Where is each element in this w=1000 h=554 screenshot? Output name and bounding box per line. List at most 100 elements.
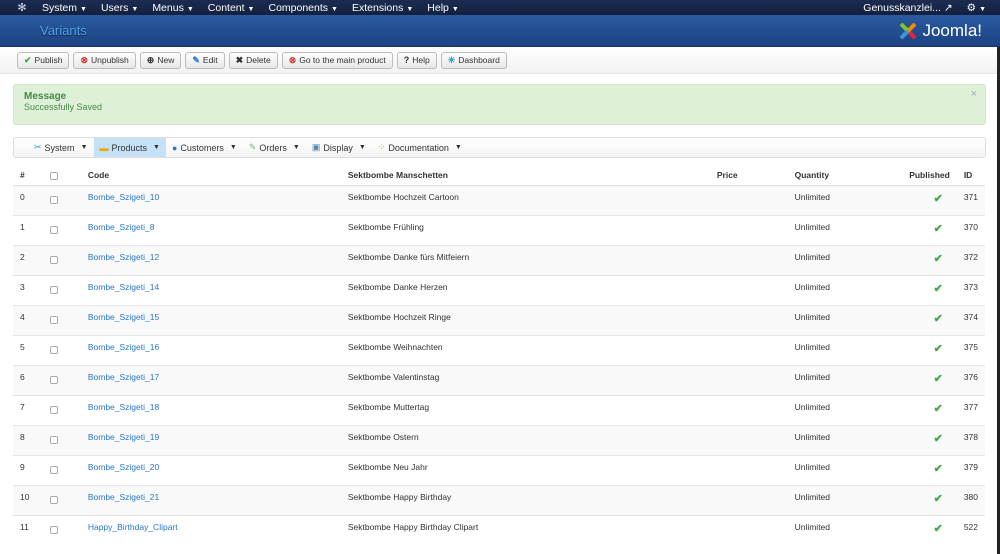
published-check-icon[interactable]: ✔ xyxy=(934,223,943,235)
row-checkbox[interactable] xyxy=(49,225,58,234)
table-row: 1 Bombe_Szigeti_8 Sektbombe Frühling Unl… xyxy=(13,214,985,245)
nav-label: Products xyxy=(111,142,148,153)
nav-documentation[interactable]: ⁘ Documentation ▼ xyxy=(372,138,468,157)
col-number: # xyxy=(13,165,43,186)
row-checkbox[interactable] xyxy=(49,315,58,324)
row-code: Happy_Birthday_Clipart xyxy=(80,514,341,545)
published-check-icon[interactable]: ✔ xyxy=(934,523,943,535)
joomla-brand-text: Joomla! xyxy=(922,20,982,40)
published-check-icon[interactable]: ✔ xyxy=(934,313,943,325)
col-code[interactable]: Code xyxy=(80,165,341,186)
publish-button[interactable]: ✔ Publish xyxy=(17,51,70,69)
menu-system[interactable]: System ▼ xyxy=(42,2,87,14)
menu-users[interactable]: Users ▼ xyxy=(101,2,138,14)
row-price xyxy=(709,274,788,305)
table-row: 2 Bombe_Szigeti_12 Sektbombe Danke fürs … xyxy=(13,244,985,275)
code-link[interactable]: Bombe_Szigeti_15 xyxy=(88,312,159,322)
row-checkbox[interactable] xyxy=(49,465,58,474)
row-quantity: Unlimited xyxy=(787,244,903,275)
table-row: 11 Happy_Birthday_Clipart Sektbombe Happ… xyxy=(13,514,985,545)
row-quantity: Unlimited xyxy=(787,304,903,335)
close-icon[interactable]: × xyxy=(971,88,977,100)
row-checkbox[interactable] xyxy=(49,525,58,534)
menu-menus[interactable]: Menus ▼ xyxy=(152,2,193,14)
row-checkbox[interactable] xyxy=(49,255,58,264)
row-quantity: Unlimited xyxy=(787,424,903,455)
code-link[interactable]: Happy_Birthday_Clipart xyxy=(88,522,178,532)
question-icon: ? xyxy=(403,55,410,65)
menu-content[interactable]: Content ▼ xyxy=(208,2,255,14)
dashboard-button[interactable]: ✳ Dashboard xyxy=(440,51,507,69)
nav-orders[interactable]: ✎ Orders ▼ xyxy=(243,138,306,157)
row-quantity: Unlimited xyxy=(787,184,903,215)
code-link[interactable]: Bombe_Szigeti_21 xyxy=(88,492,159,502)
row-price xyxy=(709,334,788,365)
published-check-icon[interactable]: ✔ xyxy=(934,433,943,445)
nav-system[interactable]: ✂ System ▼ xyxy=(28,138,94,157)
row-published: ✔ xyxy=(902,364,957,395)
new-button[interactable]: ⊕ New xyxy=(139,51,182,69)
published-check-icon[interactable]: ✔ xyxy=(934,493,943,505)
menu-help[interactable]: Help ▼ xyxy=(427,2,459,14)
button-label: Unpublish xyxy=(90,55,129,65)
row-code: Bombe_Szigeti_16 xyxy=(80,334,341,365)
code-link[interactable]: Bombe_Szigeti_19 xyxy=(88,432,159,442)
published-check-icon[interactable]: ✔ xyxy=(934,193,943,205)
row-checkbox[interactable] xyxy=(49,405,58,414)
published-check-icon[interactable]: ✔ xyxy=(934,343,943,355)
documentation-icon: ⁘ xyxy=(377,142,386,152)
row-number: 5 xyxy=(13,334,43,365)
menu-label: Menus xyxy=(152,1,184,14)
row-code: Bombe_Szigeti_12 xyxy=(80,244,341,275)
row-manschette: Sektbombe Happy Birthday Clipart xyxy=(340,514,710,545)
row-code: Bombe_Szigeti_18 xyxy=(80,394,341,425)
help-button[interactable]: ? Help xyxy=(396,51,437,69)
menu-extensions[interactable]: Extensions ▼ xyxy=(352,2,413,14)
row-checkbox[interactable] xyxy=(49,375,58,384)
menu-components[interactable]: Components ▼ xyxy=(268,2,337,14)
code-link[interactable]: Bombe_Szigeti_17 xyxy=(88,372,159,382)
row-checkbox[interactable] xyxy=(49,195,58,204)
nav-customers[interactable]: ● Customers ▼ xyxy=(166,138,243,157)
code-link[interactable]: Bombe_Szigeti_8 xyxy=(88,222,155,232)
row-checkbox[interactable] xyxy=(49,345,58,354)
code-link[interactable]: Bombe_Szigeti_16 xyxy=(88,342,159,352)
menu-label: Content xyxy=(207,1,245,14)
settings-menu[interactable]: ⚙ ▼ xyxy=(967,2,986,14)
code-link[interactable]: Bombe_Szigeti_10 xyxy=(88,192,159,202)
code-link[interactable]: Bombe_Szigeti_14 xyxy=(88,282,159,292)
joomla-icon[interactable]: ✻ xyxy=(16,1,28,14)
row-quantity: Unlimited xyxy=(787,394,903,425)
nav-label: Customers xyxy=(180,142,224,153)
row-select xyxy=(42,304,81,335)
row-checkbox[interactable] xyxy=(49,435,58,444)
row-number: 8 xyxy=(13,424,43,455)
row-checkbox[interactable] xyxy=(49,495,58,504)
row-code: Bombe_Szigeti_14 xyxy=(80,274,341,305)
delete-button[interactable]: ✖ Delete xyxy=(228,51,278,69)
row-published: ✔ xyxy=(902,394,957,425)
row-manschette: Sektbombe Neu Jahr xyxy=(340,454,710,485)
select-all-checkbox[interactable] xyxy=(49,171,58,180)
published-check-icon[interactable]: ✔ xyxy=(934,463,943,475)
published-check-icon[interactable]: ✔ xyxy=(934,283,943,295)
go-to-main-product-button[interactable]: ⊗ Go to the main product xyxy=(281,51,393,69)
orders-icon: ✎ xyxy=(248,142,257,152)
code-link[interactable]: Bombe_Szigeti_12 xyxy=(88,252,159,262)
published-check-icon[interactable]: ✔ xyxy=(934,253,943,265)
row-select xyxy=(42,454,81,485)
row-checkbox[interactable] xyxy=(49,285,58,294)
code-link[interactable]: Bombe_Szigeti_20 xyxy=(88,462,159,472)
edit-button[interactable]: ✎ Edit xyxy=(185,51,225,69)
unpublish-icon: ⊗ xyxy=(80,54,88,65)
site-link[interactable]: Genusskanzlei... ↗ xyxy=(863,2,952,14)
nav-display[interactable]: ▣ Display ▼ xyxy=(306,138,372,157)
code-link[interactable]: Bombe_Szigeti_18 xyxy=(88,402,159,412)
nav-products[interactable]: ▬ Products ▼ xyxy=(93,138,166,157)
unpublish-button[interactable]: ⊗ Unpublish xyxy=(73,51,136,69)
col-published: Published xyxy=(902,165,957,186)
table-row: 8 Bombe_Szigeti_19 Sektbombe Ostern Unli… xyxy=(13,424,985,455)
published-check-icon[interactable]: ✔ xyxy=(934,373,943,385)
published-check-icon[interactable]: ✔ xyxy=(934,403,943,415)
top-menu-bar: ✻ System ▼ Users ▼ Menus ▼ Content ▼ Compone… xyxy=(0,0,1000,15)
